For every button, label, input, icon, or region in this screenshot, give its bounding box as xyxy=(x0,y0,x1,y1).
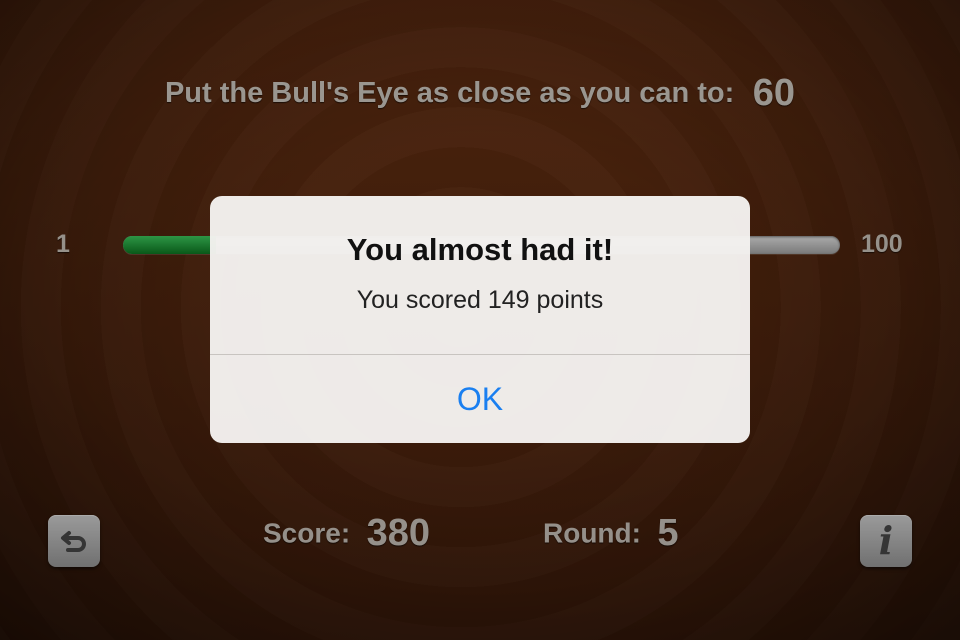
alert-message: You scored 149 points xyxy=(356,286,604,314)
ok-button[interactable]: OK xyxy=(210,355,750,443)
alert-title: You almost had it! xyxy=(346,232,614,267)
score-alert-dialog: You almost had it! You scored 149 points… xyxy=(210,196,750,443)
